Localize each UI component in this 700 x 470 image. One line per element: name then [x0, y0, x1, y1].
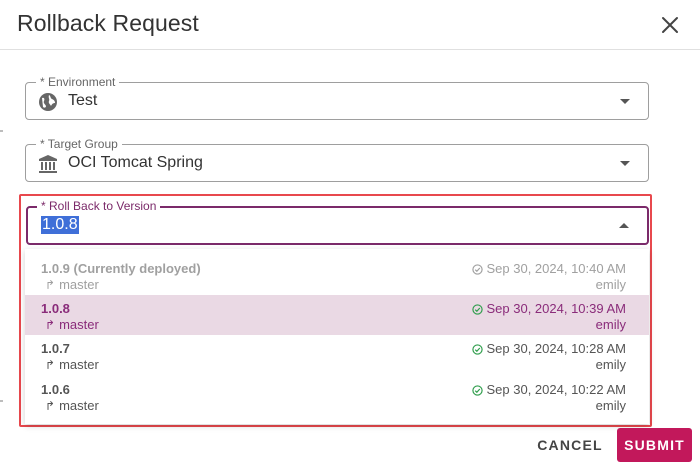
check-circle-icon: [471, 385, 483, 396]
option-branch: ↱ master: [45, 357, 99, 372]
edge-mark: [0, 400, 3, 402]
chevron-down-icon[interactable]: [620, 161, 630, 166]
dialog-title: Rollback Request: [17, 10, 199, 36]
branch-arrow-icon: ↱: [45, 399, 56, 413]
submit-button[interactable]: SUBMIT: [617, 428, 692, 462]
option-branch: ↱ master: [45, 317, 99, 332]
version-option: 1.0.9 (Currently deployed) ↱ master Sep 3…: [25, 255, 649, 295]
branch-arrow-icon: ↱: [45, 318, 56, 332]
target-group-value: OCI Tomcat Spring: [68, 154, 203, 171]
option-date: Sep 30, 2024, 10:22 AM: [471, 382, 626, 397]
option-version: 1.0.9 (Currently deployed): [41, 261, 201, 276]
option-version: 1.0.8: [41, 301, 70, 316]
edge-mark: [0, 130, 3, 132]
branch-arrow-icon: ↱: [45, 358, 56, 372]
option-user: emily: [595, 398, 626, 413]
target-group-label: * Target Group: [36, 137, 122, 151]
check-circle-icon: [471, 344, 483, 355]
version-dropdown: 1.0.9 (Currently deployed) ↱ master Sep 3…: [25, 249, 649, 424]
building-icon: [39, 155, 57, 173]
option-branch: ↱ master: [45, 398, 99, 413]
option-user: emily: [595, 277, 626, 292]
option-version: 1.0.7: [41, 341, 70, 356]
option-date: Sep 30, 2024, 10:40 AM: [471, 261, 626, 276]
version-option[interactable]: 1.0.8 ↱ master Sep 30, 2024, 10:39 AM emi…: [25, 295, 649, 335]
chevron-up-icon[interactable]: [619, 223, 629, 228]
check-circle-icon: [471, 304, 483, 315]
version-label: * Roll Back to Version: [37, 199, 161, 213]
globe-icon: [39, 93, 57, 111]
option-version: 1.0.6: [41, 382, 70, 397]
option-user: emily: [595, 357, 626, 372]
version-option[interactable]: 1.0.6 ↱ master Sep 30, 2024, 10:22 AM emi…: [25, 376, 649, 416]
close-icon[interactable]: [658, 13, 682, 37]
option-date: Sep 30, 2024, 10:39 AM: [471, 301, 626, 316]
environment-label: * Environment: [36, 75, 120, 89]
option-user: emily: [595, 317, 626, 332]
option-branch: ↱ master: [45, 277, 99, 292]
cancel-button[interactable]: CANCEL: [530, 430, 610, 460]
environment-value: Test: [68, 92, 98, 109]
check-circle-icon: [471, 264, 483, 275]
version-option[interactable]: 1.0.7 ↱ master Sep 30, 2024, 10:28 AM emi…: [25, 335, 649, 375]
option-date: Sep 30, 2024, 10:28 AM: [471, 341, 626, 356]
environment-select[interactable]: * Environment Test: [25, 75, 649, 120]
branch-arrow-icon: ↱: [45, 278, 56, 292]
version-select[interactable]: * Roll Back to Version 1.0.8: [26, 199, 649, 245]
dialog-header: Rollback Request: [0, 0, 700, 50]
target-group-select[interactable]: * Target Group OCI Tomcat Spring: [25, 137, 649, 182]
rollback-dialog: Rollback Request * Environment Test * Ta…: [0, 0, 700, 470]
chevron-down-icon[interactable]: [620, 99, 630, 104]
version-input-value[interactable]: 1.0.8: [41, 216, 79, 234]
